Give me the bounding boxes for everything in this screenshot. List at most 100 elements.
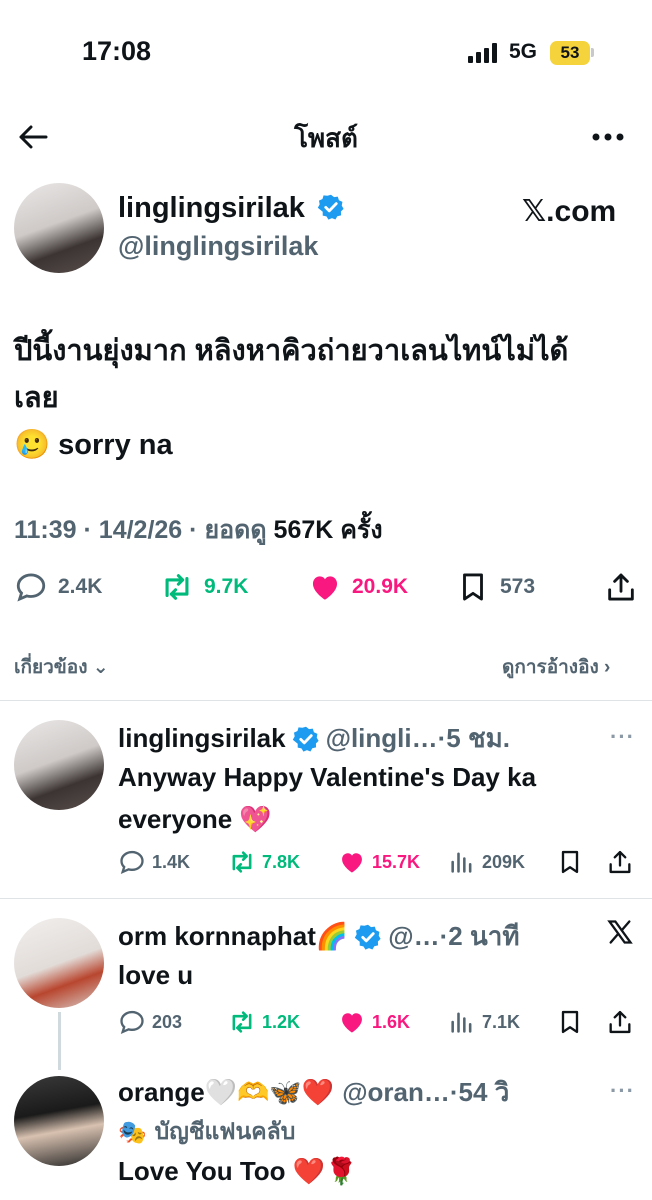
mask-icon: 🎭 xyxy=(118,1118,147,1145)
avatar[interactable] xyxy=(14,1076,104,1166)
related-dropdown[interactable]: เกี่ยวข้อง ⌄ xyxy=(14,652,109,682)
reply-author-name[interactable]: orange🤍🫶🦋❤️ xyxy=(118,1077,334,1108)
chevron-right-icon: › xyxy=(604,657,611,678)
battery-icon: 53 xyxy=(550,41,590,65)
tweet-text: ปีนี้งานยุ่งมาก หลิงหาคิวถ่ายวาเลนไทน์ไม… xyxy=(14,328,644,469)
author-name[interactable]: linglingsirilak xyxy=(118,192,345,225)
fan-account-label: บัญชีแฟนคลับ xyxy=(154,1118,296,1144)
reply-author-name[interactable]: orm kornnaphat🌈 xyxy=(118,921,348,952)
tweet-line: เลย xyxy=(14,382,59,414)
author-handle[interactable]: @linglingsirilak xyxy=(118,231,318,262)
x-brand-label[interactable]: 𝕏.com xyxy=(522,194,616,229)
x-logo-icon xyxy=(607,920,633,944)
page-title: โพสต์ xyxy=(294,123,358,153)
repost-icon xyxy=(232,851,252,873)
divider xyxy=(0,898,652,899)
heart-icon xyxy=(312,576,338,600)
bookmark-count: 573 xyxy=(500,575,536,598)
fan-account-badge: 🎭 บัญชีแฟนคลับ xyxy=(118,1114,295,1150)
verified-badge-icon xyxy=(292,726,319,752)
status-time: 17:08 xyxy=(82,36,152,66)
repost-count: 7.8K xyxy=(262,851,301,872)
like-count: 15.7K xyxy=(372,851,421,872)
heart-icon xyxy=(342,1013,362,1033)
view-quotes-link[interactable]: ดูการอ้างอิง › xyxy=(502,652,610,682)
author-name-text: linglingsirilak xyxy=(118,192,305,224)
avatar[interactable] xyxy=(14,720,104,810)
quotes-label: ดูการอ้างอิง xyxy=(502,657,599,678)
like-button[interactable]: 1.6K xyxy=(338,1008,410,1036)
bookmark-icon xyxy=(463,573,483,601)
reply-text: Anyway Happy Valentine's Day ka everyone… xyxy=(118,756,638,840)
repost-count: 9.7K xyxy=(204,575,249,598)
related-label: เกี่ยวข้อง xyxy=(14,657,88,678)
repost-button[interactable]: 7.8K xyxy=(228,848,300,876)
reply-author-handle[interactable]: @oran… xyxy=(342,1077,450,1108)
more-options-icon[interactable] xyxy=(588,120,628,154)
bookmark-button[interactable]: 573 xyxy=(456,570,535,604)
reply-text: love u xyxy=(118,960,194,990)
like-count: 20.9K xyxy=(352,575,409,598)
bookmark-icon[interactable] xyxy=(556,1008,584,1036)
tweet-line: 🥲 sorry na xyxy=(14,429,173,461)
reply-count: 2.4K xyxy=(58,575,103,598)
reply-line: everyone 💖 xyxy=(118,804,272,834)
more-options-icon[interactable]: ··· xyxy=(610,1078,635,1104)
reply-icon xyxy=(120,850,144,874)
more-options-icon[interactable]: ··· xyxy=(610,724,635,750)
views-count: 209K xyxy=(482,851,526,872)
verified-badge-icon xyxy=(317,194,344,220)
post-date: 14/2/26 xyxy=(98,516,183,544)
reply-button[interactable]: 2.4K xyxy=(14,570,102,604)
thread-line xyxy=(58,1012,61,1070)
views-button[interactable]: 7.1K xyxy=(448,1008,520,1036)
reply-author-handle[interactable]: @… xyxy=(388,921,439,952)
repost-icon xyxy=(165,574,189,600)
post-meta: 11:39 · 14/2/26 · ยอดดู 567K ครั้ง xyxy=(14,516,383,544)
views-button[interactable]: 209K xyxy=(448,848,525,876)
heart-icon xyxy=(342,853,362,873)
reply-icon xyxy=(120,1010,144,1034)
battery-tip xyxy=(591,48,594,57)
reply-age: ·2 นาที xyxy=(439,921,520,951)
signal-icon xyxy=(468,43,500,63)
like-button[interactable]: 15.7K xyxy=(338,848,420,876)
share-icon[interactable] xyxy=(606,1008,634,1036)
reply-button[interactable]: 203 xyxy=(118,1008,182,1036)
share-icon[interactable] xyxy=(604,570,638,604)
repost-count: 1.2K xyxy=(262,1011,301,1032)
reply-header: linglingsirilak @lingli… ·5 ชม. xyxy=(118,718,638,759)
reply-age: ·5 ชม. xyxy=(437,723,510,753)
reply-header: orm kornnaphat🌈 @… ·2 นาที xyxy=(118,916,598,957)
reply-author-handle[interactable]: @lingli… xyxy=(326,723,438,754)
network-label: 5G xyxy=(509,40,538,63)
reply-author-name[interactable]: linglingsirilak xyxy=(118,723,286,754)
reply-button[interactable]: 1.4K xyxy=(118,848,190,876)
divider xyxy=(0,700,652,701)
bookmark-icon[interactable] xyxy=(556,848,584,876)
reply-line: Anyway Happy Valentine's Day ka xyxy=(118,762,537,792)
repost-button[interactable]: 9.7K xyxy=(160,570,248,604)
reply-count: 203 xyxy=(152,1011,183,1032)
share-icon[interactable] xyxy=(606,848,634,876)
tweet-line: ปีนี้งานยุ่งมาก หลิงหาคิวถ่ายวาเลนไทน์ไม… xyxy=(14,335,569,367)
like-count: 1.6K xyxy=(372,1011,411,1032)
views-suffix: ครั้ง xyxy=(340,516,383,544)
repost-button[interactable]: 1.2K xyxy=(228,1008,300,1036)
avatar[interactable] xyxy=(14,918,104,1008)
views-chart-icon xyxy=(451,852,472,873)
reply-header: orange🤍🫶🦋❤️ @oran… ·54 วิ xyxy=(118,1072,608,1113)
views-chart-icon xyxy=(451,1012,472,1033)
reply-text: Love You Too ❤️🌹 xyxy=(118,1156,358,1186)
repost-icon xyxy=(232,1011,252,1033)
reply-icon xyxy=(16,573,46,602)
views-count: 7.1K xyxy=(482,1011,521,1032)
chevron-down-icon: ⌄ xyxy=(92,657,109,678)
post-time: 11:39 xyxy=(14,516,77,544)
verified-badge-icon xyxy=(355,924,381,950)
views-count[interactable]: 567K xyxy=(274,516,334,544)
reply-age: ·54 วิ xyxy=(449,1077,510,1107)
avatar[interactable] xyxy=(14,183,104,273)
like-button[interactable]: 20.9K xyxy=(308,570,408,604)
views-label: ยอดดู xyxy=(204,516,267,544)
